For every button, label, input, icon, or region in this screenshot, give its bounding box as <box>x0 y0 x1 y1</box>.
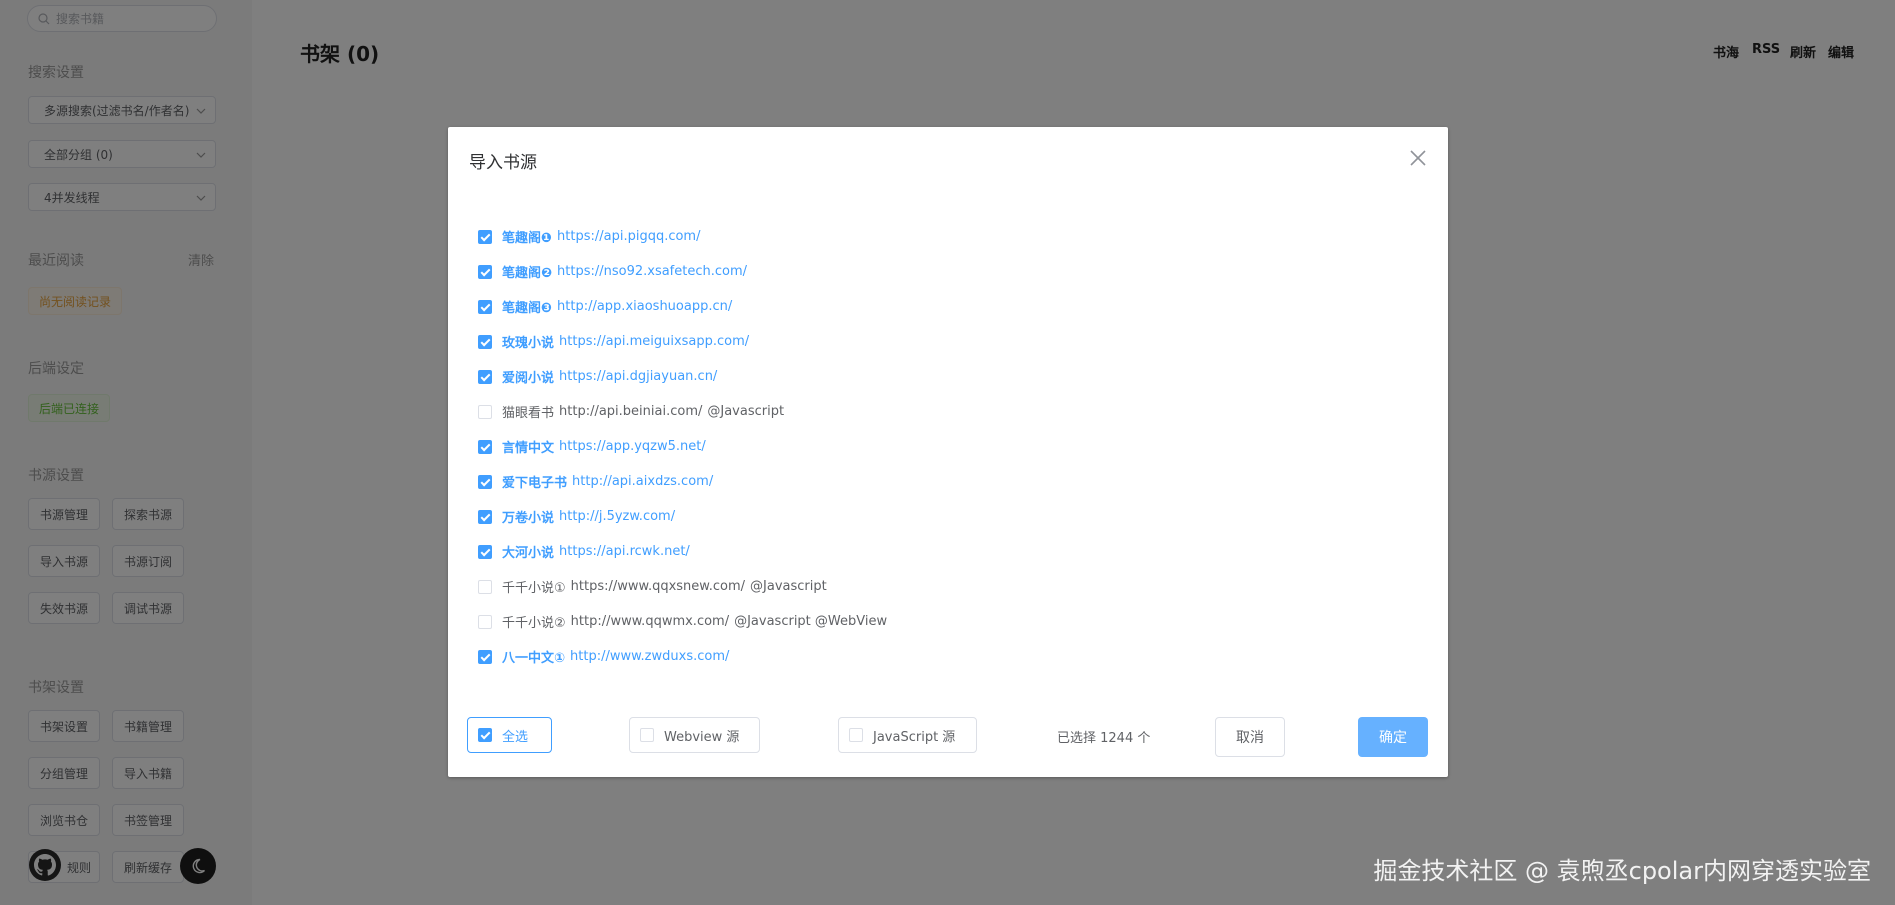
source-name: 爱阅小说 <box>502 371 555 386</box>
selected-count: 已选择 1244 个 <box>1057 731 1151 746</box>
source-item[interactable]: 笔趣阁❸ http://app.xiaoshuoapp.cn/ <box>478 289 1418 324</box>
source-checkbox[interactable] <box>478 299 492 314</box>
source-name: 千千小说② <box>502 616 566 631</box>
select-all-label: 全选 <box>502 729 529 745</box>
source-url: http://api.beiniai.com/ <box>559 404 703 419</box>
source-item[interactable]: 玫瑰小说 https://api.meiguixsapp.com/ <box>478 324 1418 359</box>
source-checkbox[interactable] <box>478 229 492 244</box>
source-url: https://www.qqxsnew.com/ <box>570 579 746 594</box>
source-checkbox[interactable] <box>478 264 492 279</box>
checkbox-icon <box>640 728 654 742</box>
source-url: https://api.rcwk.net/ <box>559 544 690 559</box>
watermark: 掘金技术社区 @ 袁煦丞cpolar内网穿透实验室 <box>1373 857 1871 885</box>
source-tags: @Javascript <box>750 579 827 594</box>
source-checkbox[interactable] <box>478 649 492 664</box>
source-item[interactable]: 万卷小说 http://j.5yzw.com/ <box>478 499 1418 534</box>
source-item[interactable]: 大河小说 https://api.rcwk.net/ <box>478 534 1418 569</box>
source-item[interactable]: 爱下电子书 http://api.aixdzs.com/ <box>478 464 1418 499</box>
source-name: 笔趣阁❸ <box>502 301 553 316</box>
source-checkbox[interactable] <box>478 334 492 349</box>
source-checkbox[interactable] <box>478 404 492 419</box>
source-list[interactable]: 笔趣阁❶ https://api.pigqq.com/笔趣阁❷ https://ns… <box>478 219 1418 707</box>
source-item[interactable]: 言情中文 https://app.yqzw5.net/ <box>478 429 1418 464</box>
cancel-button[interactable]: 取消 <box>1215 717 1285 757</box>
source-item[interactable]: 笔趣阁❷ https://nso92.xsafetech.com/ <box>478 254 1418 289</box>
source-item[interactable]: 爱阅小说 https://api.dgjiayuan.cn/ <box>478 359 1418 394</box>
select-all-checkbox[interactable]: 全选 <box>467 717 552 753</box>
source-url: http://app.xiaoshuoapp.cn/ <box>557 299 733 314</box>
confirm-button[interactable]: 确定 <box>1358 717 1428 757</box>
source-name: 玫瑰小说 <box>502 336 555 351</box>
source-tags: @Javascript @WebView <box>734 614 888 629</box>
source-item[interactable]: 笔趣阁❶ https://api.pigqq.com/ <box>478 219 1418 254</box>
source-name: 大河小说 <box>502 546 555 561</box>
source-url: http://api.aixdzs.com/ <box>572 474 714 489</box>
source-checkbox[interactable] <box>478 579 492 594</box>
source-checkbox[interactable] <box>478 439 492 454</box>
source-checkbox[interactable] <box>478 544 492 559</box>
source-url: http://j.5yzw.com/ <box>559 509 676 524</box>
webview-source-checkbox[interactable]: Webview 源 <box>629 717 760 753</box>
checkbox-icon <box>478 728 492 742</box>
source-item[interactable]: 八一中文① http://www.zwduxs.com/ <box>478 639 1418 674</box>
source-url: https://app.yqzw5.net/ <box>559 439 706 454</box>
source-name: 爱下电子书 <box>502 476 568 491</box>
source-url: https://api.pigqq.com/ <box>557 229 701 244</box>
source-name: 笔趣阁❷ <box>502 266 553 281</box>
source-name: 千千小说① <box>502 581 566 596</box>
source-checkbox[interactable] <box>478 509 492 524</box>
checkbox-icon <box>849 728 863 742</box>
source-name: 猫眼看书 <box>502 406 555 421</box>
source-item[interactable]: 千千小说② http://www.qqwmx.com/ @Javascript @W… <box>478 604 1418 639</box>
source-name: 万卷小说 <box>502 511 555 526</box>
source-checkbox[interactable] <box>478 369 492 384</box>
source-tags: @Javascript <box>707 404 785 419</box>
source-name: 言情中文 <box>502 441 555 456</box>
source-url: http://www.qqwmx.com/ <box>570 614 730 629</box>
webview-label: Webview 源 <box>664 729 740 745</box>
source-url: https://api.dgjiayuan.cn/ <box>559 369 718 384</box>
source-url: https://api.meiguixsapp.com/ <box>559 334 750 349</box>
source-checkbox[interactable] <box>478 614 492 629</box>
javascript-label: JavaScript 源 <box>873 729 956 745</box>
dialog-title: 导入书源 <box>469 153 537 173</box>
import-source-dialog: 导入书源 笔趣阁❶ https://api.pigqq.com/笔趣阁❷ https… <box>448 127 1448 777</box>
source-item[interactable]: 猫眼看书 http://api.beiniai.com/ @Javascript <box>478 394 1418 429</box>
source-url: https://nso92.xsafetech.com/ <box>557 264 748 279</box>
source-checkbox[interactable] <box>478 474 492 489</box>
source-url: http://www.zwduxs.com/ <box>570 649 730 664</box>
source-name: 笔趣阁❶ <box>502 231 553 246</box>
source-name: 八一中文① <box>502 651 566 666</box>
source-item[interactable]: 千千小说① https://www.qqxsnew.com/ @Javascript <box>478 569 1418 604</box>
close-icon[interactable] <box>1409 149 1427 167</box>
javascript-source-checkbox[interactable]: JavaScript 源 <box>838 717 977 753</box>
